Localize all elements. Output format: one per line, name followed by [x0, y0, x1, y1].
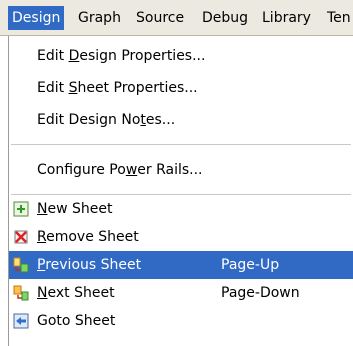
- menu-item-edit-sheet-properties[interactable]: Edit Sheet Properties...: [9, 74, 353, 102]
- design-menu-dropdown: Edit Design Properties... Edit Sheet Pro…: [8, 36, 353, 346]
- menu-item-label: Next Sheet: [37, 285, 115, 301]
- menu-debug[interactable]: Debug: [198, 6, 252, 30]
- next-sheet-icon: [13, 285, 29, 301]
- menu-source[interactable]: Source: [132, 6, 188, 30]
- menu-ten[interactable]: Ten: [323, 6, 353, 30]
- menu-item-goto-sheet[interactable]: Goto Sheet: [9, 307, 353, 335]
- menu-item-previous-sheet[interactable]: Previous Sheet Page-Up: [9, 251, 353, 279]
- menu-item-shortcut: Page-Down: [221, 285, 300, 301]
- menu-bar: Design Graph Source Debug Library Ten: [0, 0, 353, 36]
- menu-item-label: Edit Design Notes...: [37, 112, 176, 128]
- menu-item-shortcut: Page-Up: [221, 257, 280, 273]
- menu-item-label: Configure Power Rails...: [37, 162, 203, 178]
- menu-item-configure-power-rails[interactable]: Configure Power Rails...: [9, 156, 353, 184]
- menu-design[interactable]: Design: [8, 6, 65, 30]
- goto-sheet-icon: [13, 313, 29, 329]
- menu-item-label: Goto Sheet: [37, 313, 116, 329]
- menu-library[interactable]: Library: [258, 6, 315, 30]
- remove-sheet-icon: [14, 230, 28, 244]
- menu-item-label: Edit Sheet Properties...: [37, 80, 198, 96]
- menu-item-next-sheet[interactable]: Next Sheet Page-Down: [9, 279, 353, 307]
- menu-item-edit-design-properties[interactable]: Edit Design Properties...: [9, 42, 353, 70]
- menu-item-label: Previous Sheet: [37, 257, 142, 273]
- previous-sheet-icon: [13, 257, 29, 273]
- menu-item-label: New Sheet: [37, 201, 113, 217]
- menu-item-edit-design-notes[interactable]: Edit Design Notes...: [9, 106, 353, 134]
- menu-separator: [11, 144, 351, 145]
- menu-item-label: Edit Design Properties...: [37, 48, 206, 64]
- new-sheet-icon: [13, 201, 29, 217]
- menu-item-label: Remove Sheet: [37, 229, 139, 245]
- menu-item-remove-sheet[interactable]: Remove Sheet: [9, 223, 353, 251]
- menu-graph[interactable]: Graph: [74, 6, 125, 30]
- menu-item-new-sheet[interactable]: New Sheet: [9, 195, 353, 223]
